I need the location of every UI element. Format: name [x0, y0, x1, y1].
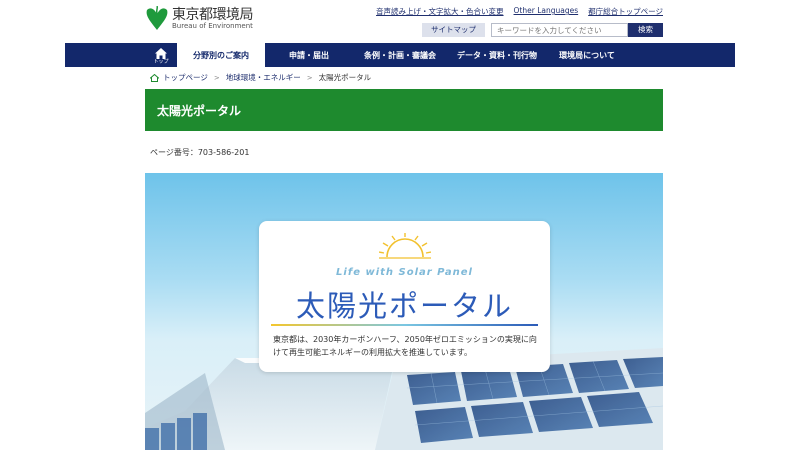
accessibility-link[interactable]: 音声読み上げ・文字拡大・色合い変更	[376, 6, 504, 17]
logo-title: 東京都環境局	[172, 7, 254, 23]
logo-subtitle: Bureau of Environment	[172, 22, 253, 30]
sun-icon	[379, 233, 431, 259]
global-nav: トップ 分野別のご案内 申請・届出 条例・計画・審議会 データ・資料・刊行物 環…	[65, 43, 735, 67]
search-button[interactable]: 検索	[628, 23, 663, 37]
other-languages-link[interactable]: Other Languages	[514, 6, 579, 17]
nav-home[interactable]: トップ	[145, 43, 177, 67]
nav-item-fields[interactable]: 分野別のご案内	[177, 43, 265, 67]
hero-banner: Life with Solar Panel 太陽光ポータル 東京都は、2030年…	[145, 173, 663, 450]
page-title: 太陽光ポータル	[157, 103, 242, 118]
utility-links: 音声読み上げ・文字拡大・色合い変更 Other Languages 都庁総合トッ…	[376, 6, 663, 17]
ginkgo-logo-icon	[146, 6, 168, 30]
hero-divider	[271, 324, 538, 326]
metro-top-link[interactable]: 都庁総合トップページ	[588, 6, 663, 17]
breadcrumb-separator-icon: >	[306, 73, 313, 82]
sitemap-button[interactable]: サイトマップ	[422, 23, 485, 37]
home-icon	[155, 48, 167, 59]
hero-tagline: Life with Solar Panel	[336, 267, 473, 278]
hero-card: Life with Solar Panel 太陽光ポータル 東京都は、2030年…	[259, 221, 550, 372]
nav-item-ordinances[interactable]: 条例・計画・審議会	[353, 43, 447, 67]
breadcrumb: トップページ > 地球環境・エネルギー > 太陽光ポータル	[150, 72, 371, 83]
breadcrumb-separator-icon: >	[213, 73, 220, 82]
breadcrumb-top[interactable]: トップページ	[163, 72, 208, 83]
nav-item-applications[interactable]: 申請・届出	[265, 43, 353, 67]
search-row: サイトマップ 検索	[422, 23, 663, 37]
nav-item-data[interactable]: データ・資料・刊行物	[447, 43, 547, 67]
hero-title: 太陽光ポータル	[295, 289, 513, 323]
breadcrumb-current: 太陽光ポータル	[318, 73, 372, 82]
page-title-bar: 太陽光ポータル	[145, 89, 663, 131]
hero-description: 東京都は、2030年カーボンハーフ、2050年ゼロエミッションの実現に向けて再生…	[273, 335, 537, 357]
site-logo[interactable]: 東京都環境局 Bureau of Environment	[145, 6, 254, 32]
site-header: 東京都環境局 Bureau of Environment 音声読み上げ・文字拡大…	[145, 6, 663, 42]
search-input[interactable]	[491, 23, 628, 37]
page-number: ページ番号：703-586-201	[150, 148, 250, 157]
breadcrumb-energy[interactable]: 地球環境・エネルギー	[226, 72, 301, 83]
home-small-icon	[150, 73, 159, 82]
nav-home-label: トップ	[153, 59, 169, 65]
nav-item-about[interactable]: 環境局について	[547, 43, 627, 67]
